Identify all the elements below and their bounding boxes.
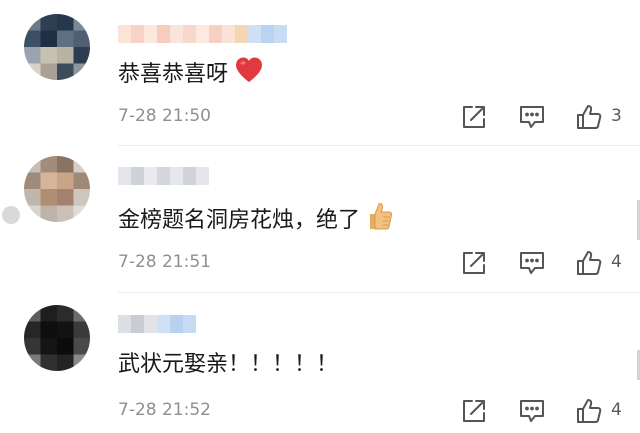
like-count: 4 (611, 252, 622, 272)
comment-text: 金榜题名洞房花烛，绝了 (118, 200, 394, 242)
pixelated-avatar-image (24, 14, 90, 80)
comment-timestamp: 7-28 21:52 (118, 400, 211, 420)
comment-text: 武状元娶亲！！！！！ (118, 349, 338, 381)
comment-text: 恭喜恭喜呀 (118, 56, 264, 94)
thumbs-up-icon[interactable] (575, 397, 602, 423)
comment-item: 金榜题名洞房花烛，绝了 7-28 21:51 4 (0, 148, 640, 290)
comment-icon[interactable] (518, 104, 544, 130)
thumbs-up-icon[interactable] (575, 249, 602, 275)
share-icon[interactable] (461, 398, 487, 424)
comment-icon[interactable] (518, 250, 544, 276)
username-blurred[interactable] (118, 315, 196, 333)
red-heart-icon (234, 56, 264, 94)
comment-item: 武状元娶亲！！！！！ 7-28 21:52 4 (0, 295, 640, 433)
pixelated-avatar-image (24, 156, 90, 222)
share-icon[interactable] (461, 104, 487, 130)
like-count: 4 (611, 400, 622, 420)
thumbs-up-icon[interactable] (575, 103, 602, 129)
avatar[interactable] (24, 305, 90, 371)
divider (118, 145, 640, 146)
divider (118, 292, 640, 293)
comment-icon[interactable] (518, 398, 544, 424)
like-count: 3 (611, 106, 622, 126)
comment-text-content: 恭喜恭喜呀 (118, 62, 229, 87)
comment-list-screen: { "comments": [ { "text": "恭喜恭喜呀", "emoj… (0, 0, 640, 433)
edge-avatar-fragment (2, 206, 20, 224)
username-blurred[interactable] (118, 25, 287, 43)
comment-text-content: 武状元娶亲！！！！！ (118, 352, 339, 377)
thumbs-up-emoji-icon (366, 200, 394, 242)
share-icon[interactable] (461, 250, 487, 276)
pixelated-avatar-image (24, 305, 90, 371)
avatar[interactable] (24, 156, 90, 222)
comment-item: 恭喜恭喜呀 7-28 21:50 3 (0, 0, 640, 142)
avatar[interactable] (24, 14, 90, 80)
username-blurred[interactable] (118, 167, 209, 185)
comment-text-content: 金榜题名洞房花烛，绝了 (118, 208, 361, 233)
comment-timestamp: 7-28 21:51 (118, 252, 211, 272)
comment-timestamp: 7-28 21:50 (118, 106, 211, 126)
